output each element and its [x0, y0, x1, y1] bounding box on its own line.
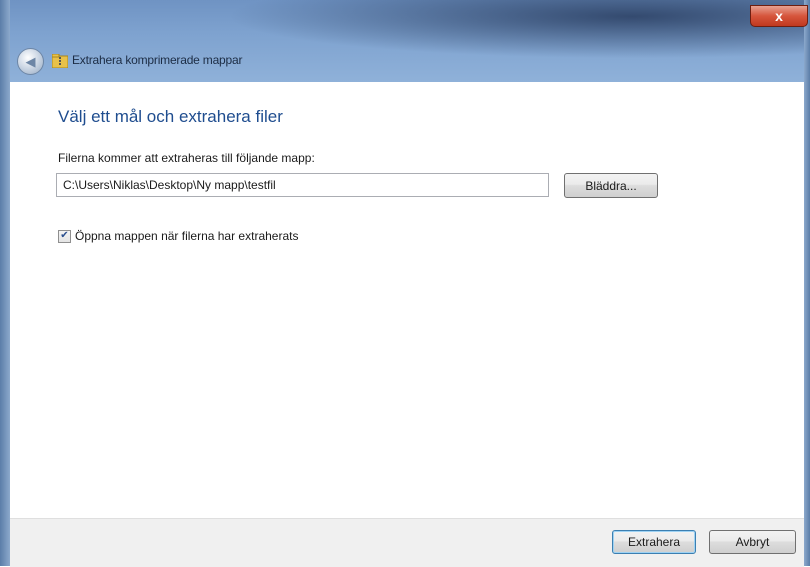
zip-folder-icon [52, 54, 68, 68]
browse-button[interactable]: Bläddra... [564, 173, 658, 198]
destination-path-input[interactable] [56, 173, 549, 197]
destination-label: Filerna kommer att extraheras till följa… [58, 151, 315, 165]
extract-button[interactable]: Extrahera [612, 530, 696, 554]
window-title: Extrahera komprimerade mappar [72, 53, 243, 67]
open-folder-option[interactable]: ✔ Öppna mappen när filerna har extrahera… [58, 229, 298, 243]
back-arrow-icon: ◀ [25, 53, 36, 69]
dialog-window: x ◀ Extrahera komprimerade mappar Välj e… [0, 0, 810, 567]
window-border-right [804, 0, 810, 566]
open-folder-checkbox-label: Öppna mappen när filerna har extraherats [75, 229, 299, 243]
checkmark-icon: ✔ [60, 230, 69, 241]
close-icon: x [775, 8, 783, 24]
page-title: Välj ett mål och extrahera filer [58, 107, 283, 126]
dialog-content [10, 82, 804, 518]
window-border-left [0, 0, 10, 566]
cancel-button[interactable]: Avbryt [709, 530, 796, 554]
open-folder-checkbox[interactable]: ✔ [58, 229, 71, 243]
back-button[interactable]: ◀ [17, 48, 44, 75]
close-button[interactable]: x [750, 5, 808, 27]
title-bar [0, 0, 810, 82]
